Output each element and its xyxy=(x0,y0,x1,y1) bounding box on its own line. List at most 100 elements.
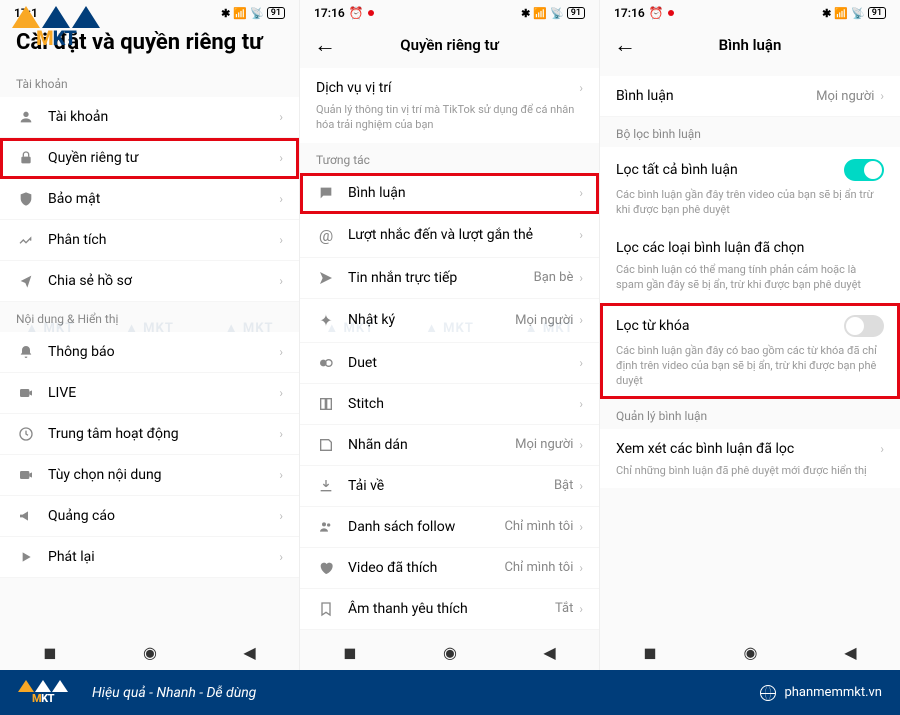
row-sticker[interactable]: Nhãn dán Mọi người › xyxy=(300,425,599,466)
row-comments[interactable]: Bình luận › xyxy=(300,173,599,214)
nav-home[interactable]: ◉ xyxy=(744,643,758,662)
nav-home[interactable]: ◉ xyxy=(443,643,457,662)
battery-text: 91 xyxy=(267,7,285,19)
row-content-pref[interactable]: Tùy chọn nội dung › xyxy=(0,455,299,496)
row-label: Tùy chọn nội dung xyxy=(48,467,279,483)
chevron-right-icon: › xyxy=(279,386,283,400)
row-desc: Các bình luận gần đây có bao gồm các từ … xyxy=(600,343,900,399)
chevron-right-icon: › xyxy=(579,271,583,285)
row-filter-selected[interactable]: Lọc các loại bình luận đã chọn xyxy=(600,228,900,262)
footer-site[interactable]: phanmemmkt.vn xyxy=(760,685,882,701)
footer-site-text: phanmemmkt.vn xyxy=(784,685,882,700)
row-liked[interactable]: Video đã thích Chỉ mình tôi › xyxy=(300,548,599,589)
row-playback[interactable]: Phát lại › xyxy=(0,537,299,578)
chevron-right-icon: › xyxy=(279,274,283,288)
row-label: Nhật ký xyxy=(348,312,515,328)
row-analytics[interactable]: Phân tích › xyxy=(0,220,299,261)
row-who-comments[interactable]: Bình luận Mọi người › xyxy=(600,76,900,117)
megaphone-icon xyxy=(16,508,36,524)
heart-icon xyxy=(316,560,336,576)
row-label: Bảo mật xyxy=(48,191,279,207)
row-privacy[interactable]: Quyền riêng tư › xyxy=(0,138,299,179)
row-location[interactable]: Dịch vụ vị trí › xyxy=(300,68,599,102)
recording-icon xyxy=(368,10,374,16)
row-download[interactable]: Tải về Bật › xyxy=(300,466,599,507)
row-story[interactable]: ✦ Nhật ký Mọi người › xyxy=(300,299,599,343)
section-content-label: Nội dung & Hiển thị xyxy=(0,302,299,332)
section-account-label: Tài khoản xyxy=(0,67,299,97)
chevron-right-icon: › xyxy=(579,313,583,327)
toggle-filter-keyword[interactable] xyxy=(844,315,884,337)
android-nav-bar: ◼ ◉ ◀ xyxy=(300,634,599,670)
row-notifications[interactable]: Thông báo › xyxy=(0,332,299,373)
footer-slogan: Hiệu quả - Nhanh - Dễ dùng xyxy=(92,685,256,701)
share-icon xyxy=(16,273,36,289)
bluetooth-icon: ✱ xyxy=(221,7,230,20)
nav-recents[interactable]: ◼ xyxy=(43,643,56,662)
video-icon xyxy=(16,467,36,483)
chevron-right-icon: › xyxy=(579,520,583,534)
row-review[interactable]: Xem xét các bình luận đã lọc › xyxy=(600,429,900,463)
wifi-icon: 📡 xyxy=(550,7,564,20)
chevron-right-icon: › xyxy=(279,345,283,359)
send-icon xyxy=(316,270,336,286)
row-live[interactable]: LIVE › xyxy=(0,373,299,414)
row-following[interactable]: Danh sách follow Chỉ mình tôi › xyxy=(300,507,599,548)
chevron-right-icon: › xyxy=(579,228,583,242)
sticker-icon xyxy=(316,437,336,453)
toggle-filter-all[interactable] xyxy=(844,159,884,181)
chevron-right-icon: › xyxy=(279,468,283,482)
nav-recents[interactable]: ◼ xyxy=(343,643,356,662)
row-filter-keyword-group: Lọc từ khóa Các bình luận gần đây có bao… xyxy=(600,303,900,399)
row-desc: Các bình luận gần đây trên video của bạn… xyxy=(600,187,900,228)
download-icon xyxy=(316,478,336,494)
signal-icon: 📶 xyxy=(533,7,547,20)
row-stitch[interactable]: Stitch › xyxy=(300,384,599,425)
bell-icon xyxy=(16,344,36,360)
nav-back[interactable]: ◀ xyxy=(243,643,255,662)
section-filter-label: Bộ lọc bình luận xyxy=(600,117,900,147)
chevron-right-icon: › xyxy=(579,356,583,370)
row-filter-all[interactable]: Lọc tất cả bình luận xyxy=(600,147,900,187)
row-label: Thông báo xyxy=(48,344,279,360)
row-account[interactable]: Tài khoản › xyxy=(0,97,299,138)
back-button[interactable]: ← xyxy=(314,32,336,58)
row-ads[interactable]: Quảng cáo › xyxy=(0,496,299,537)
row-share-profile[interactable]: Chia sẻ hồ sơ › xyxy=(0,261,299,302)
chevron-right-icon: › xyxy=(279,151,283,165)
row-dm[interactable]: Tin nhắn trực tiếp Bạn bè › xyxy=(300,258,599,299)
chevron-right-icon: › xyxy=(579,81,583,95)
back-button[interactable]: ← xyxy=(614,32,636,58)
footer-banner: MKT Hiệu quả - Nhanh - Dễ dùng phanmemmk… xyxy=(0,670,900,715)
row-label: Âm thanh yêu thích xyxy=(348,601,555,617)
row-label: Tài khoản xyxy=(48,109,279,125)
row-filter-keyword[interactable]: Lọc từ khóa xyxy=(600,303,900,343)
chevron-right-icon: › xyxy=(279,550,283,564)
row-duet[interactable]: Duet › xyxy=(300,343,599,384)
row-mentions[interactable]: @ Lượt nhắc đến và lượt gắn thẻ › xyxy=(300,214,599,258)
row-label: Lượt nhắc đến và lượt gắn thẻ xyxy=(348,227,579,243)
row-label: Trung tâm hoạt động xyxy=(48,426,279,442)
nav-back[interactable]: ◀ xyxy=(844,643,856,662)
chevron-right-icon: › xyxy=(579,438,583,452)
lock-icon xyxy=(16,150,36,166)
wifi-icon: 📡 xyxy=(250,7,264,20)
mkt-logo-overlay: MKT xyxy=(12,6,100,50)
nav-home[interactable]: ◉ xyxy=(143,643,157,662)
nav-back[interactable]: ◀ xyxy=(543,643,555,662)
row-desc: Các bình luận có thể mang tính phản cảm … xyxy=(600,262,900,303)
row-label: Quyền riêng tư xyxy=(48,150,279,166)
row-label: Phân tích xyxy=(48,232,279,248)
bookmark-icon xyxy=(316,601,336,617)
row-label: Phát lại xyxy=(48,549,279,565)
battery-text: 91 xyxy=(567,7,585,19)
row-value: Chỉ mình tôi xyxy=(504,560,573,575)
live-icon xyxy=(16,385,36,401)
row-label: Bình luận xyxy=(616,88,816,104)
row-activity-center[interactable]: Trung tâm hoạt động › xyxy=(0,414,299,455)
row-label: Tải về xyxy=(348,478,554,494)
row-sounds[interactable]: Âm thanh yêu thích Tắt › xyxy=(300,589,599,630)
bluetooth-icon: ✱ xyxy=(521,7,530,20)
nav-recents[interactable]: ◼ xyxy=(643,643,656,662)
row-security[interactable]: Bảo mật › xyxy=(0,179,299,220)
